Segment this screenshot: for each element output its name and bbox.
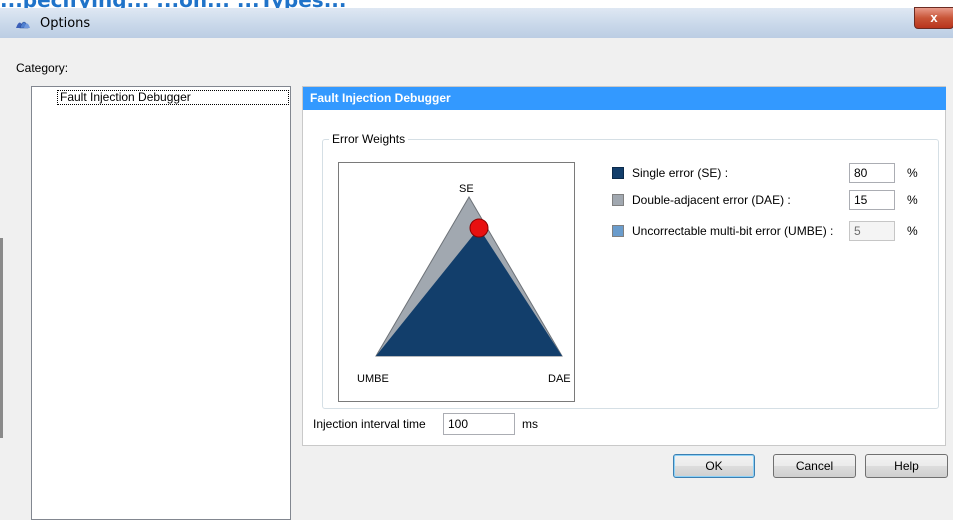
title-bar[interactable]: Options x xyxy=(0,7,953,39)
se-weight-input[interactable] xyxy=(849,163,895,183)
interval-input[interactable] xyxy=(443,413,515,435)
panel-header: Fault Injection Debugger xyxy=(303,87,946,110)
triangle-label-dae: DAE xyxy=(548,373,571,385)
triangle-label-umbe: UMBE xyxy=(357,373,389,385)
triangle-plot xyxy=(375,196,563,357)
triangle-label-se: SE xyxy=(459,183,474,195)
weight-marker[interactable] xyxy=(469,218,489,238)
umbe-percent-label: % xyxy=(907,224,918,238)
se-color-swatch xyxy=(612,167,624,179)
group-title: Error Weights xyxy=(329,132,409,146)
window-title: Options xyxy=(40,16,91,31)
weight-triangle[interactable]: SE UMBE DAE xyxy=(338,162,575,402)
interval-label: Injection interval time xyxy=(313,417,426,431)
error-weights-group: Error Weights SE UMBE DAE Single error (… xyxy=(322,132,939,409)
close-button[interactable]: x xyxy=(914,7,953,29)
background-window-title: ...pecifying... ...on... ...Types... xyxy=(0,0,347,8)
se-percent-label: % xyxy=(907,166,918,180)
triangle-se-region xyxy=(376,228,562,356)
help-button[interactable]: Help xyxy=(865,454,948,478)
ok-button[interactable]: OK xyxy=(673,454,755,478)
window-edge xyxy=(0,238,3,438)
tree-item-fault-injection-debugger[interactable]: Fault Injection Debugger xyxy=(57,90,289,105)
category-label: Category: xyxy=(16,61,69,75)
dae-label: Double-adjacent error (DAE) : xyxy=(632,193,791,207)
dae-percent-label: % xyxy=(907,193,918,207)
background-window-banner: ...pecifying... ...on... ...Types... xyxy=(0,0,953,8)
umbe-weight-input xyxy=(849,221,895,241)
se-label: Single error (SE) : xyxy=(632,166,729,180)
dae-color-swatch xyxy=(612,194,624,206)
umbe-label: Uncorrectable multi-bit error (UMBE) : xyxy=(632,224,834,238)
cancel-button[interactable]: Cancel xyxy=(773,454,856,478)
category-tree[interactable]: Fault Injection Debugger xyxy=(31,86,291,520)
interval-unit: ms xyxy=(522,417,538,431)
options-dialog: Category: Fault Injection Debugger Fault… xyxy=(0,38,953,520)
umbe-color-swatch xyxy=(612,225,624,237)
settings-panel: Fault Injection Debugger Error Weights S… xyxy=(302,86,946,446)
app-icon xyxy=(16,21,30,29)
dae-weight-input[interactable] xyxy=(849,190,895,210)
